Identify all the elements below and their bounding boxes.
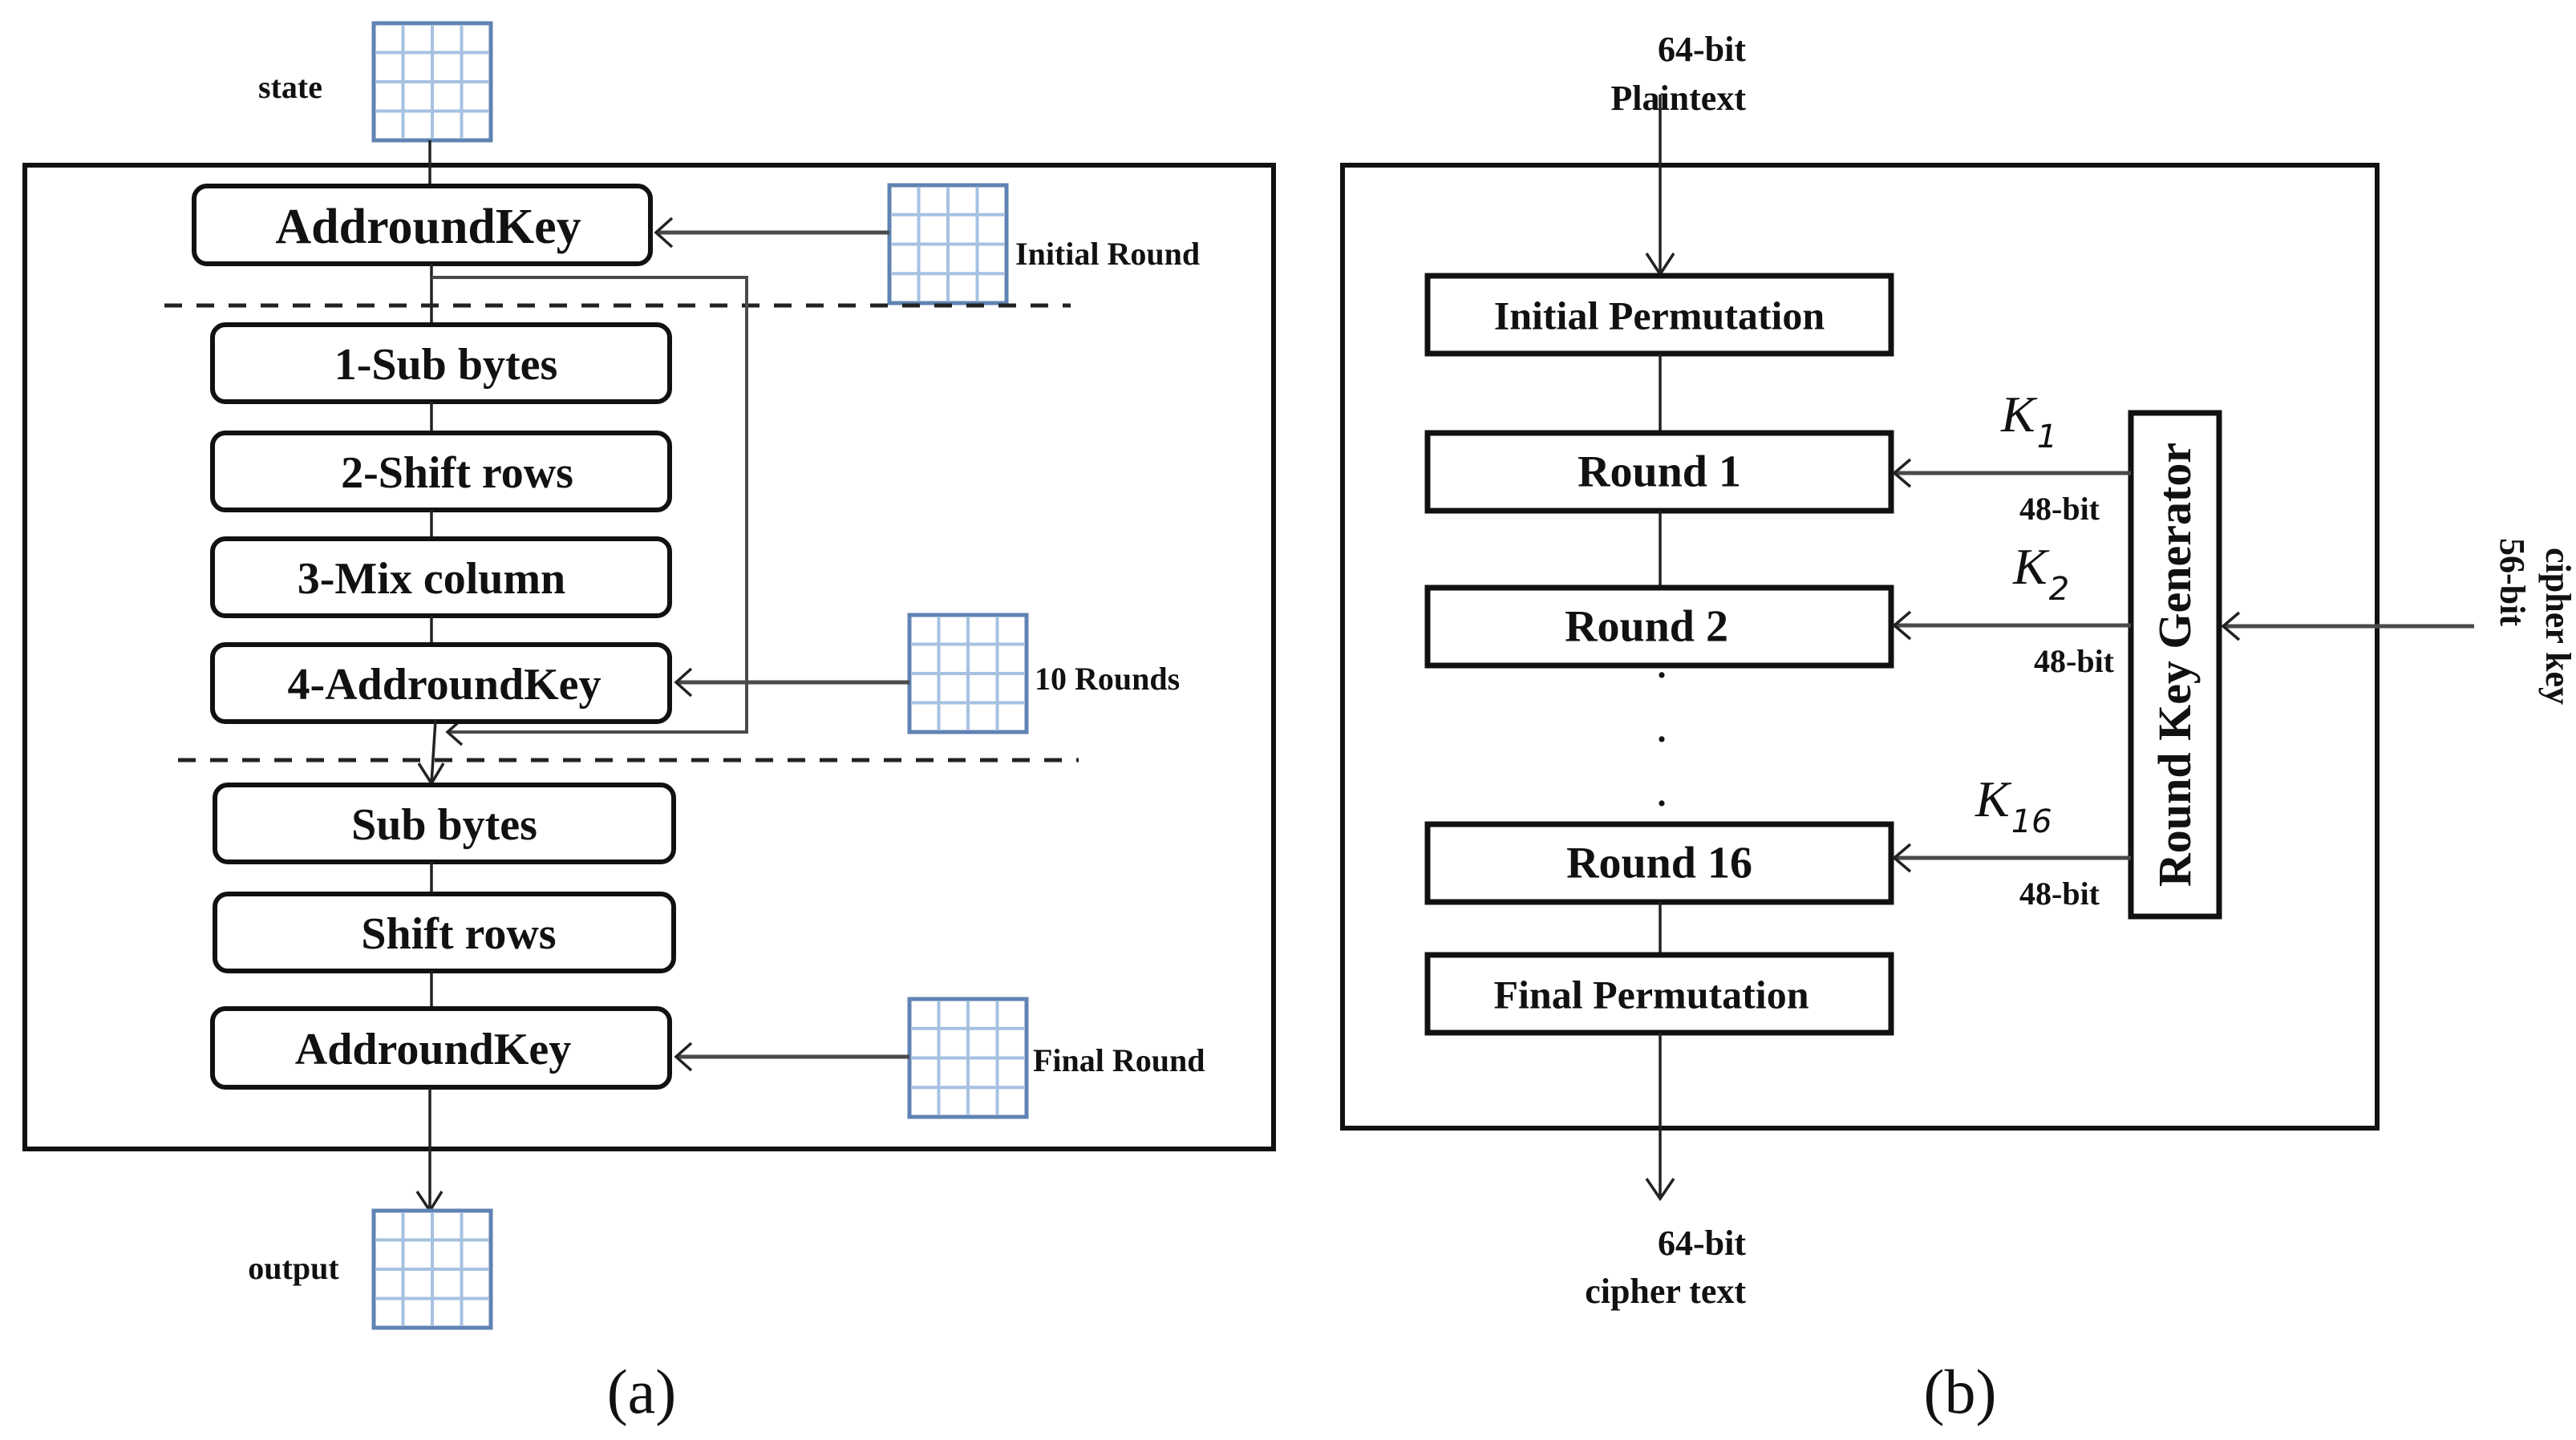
initial-round-label: Initial Round <box>1015 236 1200 272</box>
subkey-bits: 48-bit <box>2019 876 2100 912</box>
final-round-key-matrix-icon <box>907 997 1029 1119</box>
step-label: Sub bytes <box>351 800 537 850</box>
subkey-bits: 48-bit <box>2034 643 2115 679</box>
des-step-round-16: Round 16 <box>1424 821 1894 905</box>
step-label: Shift rows <box>361 909 556 959</box>
panel-a-aes: state AddroundKey Initial Round 1-Sub by… <box>22 21 1276 1426</box>
step-label: 2-Shift rows <box>341 448 573 498</box>
plaintext-bits-label: 64-bit <box>1658 30 1746 69</box>
caption-a: (a) <box>607 1357 677 1426</box>
des-step-final-permutation: Final Permutation <box>1424 952 1894 1036</box>
caption-b: (b) <box>1924 1357 1997 1426</box>
round-output-arrow <box>430 719 437 784</box>
step-label: Final Permutation <box>1493 973 1808 1017</box>
ellipsis-dot: . <box>1658 646 1667 686</box>
final-round-label: Final Round <box>1033 1042 1205 1078</box>
subkey-k16: K16 48-bit <box>1892 771 2131 912</box>
subkey-name: K1 <box>2000 386 2057 455</box>
des-step-round-1: Round 1 <box>1424 430 1894 514</box>
subkey-index: 1 <box>2037 419 2057 455</box>
step-addroundkey: AddroundKey <box>210 1006 672 1090</box>
subkey-name: K16 <box>1975 771 2052 840</box>
subkey-index: 2 <box>2049 571 2069 608</box>
subkey-index: 16 <box>2011 803 2052 840</box>
subkey-var: K <box>1975 771 2012 827</box>
state-matrix-icon <box>371 21 493 143</box>
figure-canvas: state AddroundKey Initial Round 1-Sub by… <box>22 21 2576 1426</box>
initial-addroundkey-label: AddroundKey <box>275 200 581 254</box>
ten-rounds-label: 10 Rounds <box>1035 661 1180 697</box>
step-label: Round 16 <box>1566 839 1752 888</box>
subkey-var: K <box>2000 386 2038 443</box>
round-key-matrix-icon <box>907 613 1029 734</box>
step-label: 1-Sub bytes <box>334 340 558 390</box>
plaintext-label: Plaintext <box>1610 79 1746 118</box>
step-1-sub-bytes: 1-Sub bytes <box>210 322 672 404</box>
final-round-steps: Sub bytes Shift rows AddroundKey <box>210 783 676 1090</box>
step-label: 4-AddroundKey <box>287 660 601 710</box>
panel-b-des: 64-bit Plaintext Initial Permutation Roun… <box>1340 30 2576 1426</box>
cipher-key-label: cipher key <box>2538 548 2576 705</box>
output-matrix-icon <box>371 1208 493 1330</box>
state-label: state <box>258 69 322 105</box>
initial-round-key-matrix-icon <box>887 183 1009 305</box>
output-label: output <box>248 1250 339 1286</box>
round-ellipsis: ... <box>1658 646 1667 814</box>
step-shift-rows: Shift rows <box>213 892 676 973</box>
round-key-generator-label: Round Key Generator <box>2149 443 2201 887</box>
step-label: AddroundKey <box>295 1025 571 1074</box>
subkey-var: K <box>2012 538 2050 595</box>
ciphertext-label: cipher text <box>1585 1272 1746 1311</box>
step-4-addroundkey: 4-AddroundKey <box>210 642 672 724</box>
des-step-initial-permutation: Initial Permutation <box>1424 273 1894 357</box>
step-label: Initial Permutation <box>1494 293 1825 338</box>
ellipsis-dot: . <box>1658 710 1667 750</box>
step-label: Round 2 <box>1565 602 1728 652</box>
subkey-arrows: K148-bitK248-bitK1648-bit <box>1892 386 2131 912</box>
subkey-k2: K2 48-bit <box>1892 538 2131 679</box>
subkey-name: K2 <box>2012 538 2069 608</box>
step-label: Round 1 <box>1578 447 1741 497</box>
step-2-shift-rows: 2-Shift rows <box>210 431 672 512</box>
subkey-bits: 48-bit <box>2019 491 2100 527</box>
step-label: 3-Mix column <box>298 554 565 604</box>
cipher-key-bits-label: 56-bit <box>2493 538 2532 626</box>
main-round-steps: 1-Sub bytes 2-Shift rows 3-Mix column 4-Add… <box>210 322 672 724</box>
ciphertext-bits-label: 64-bit <box>1658 1224 1746 1263</box>
step-3-mix-column: 3-Mix column <box>210 536 672 618</box>
step-sub-bytes: Sub bytes <box>213 783 676 864</box>
subkey-k1: K1 48-bit <box>1892 386 2131 527</box>
ellipsis-dot: . <box>1658 775 1667 814</box>
